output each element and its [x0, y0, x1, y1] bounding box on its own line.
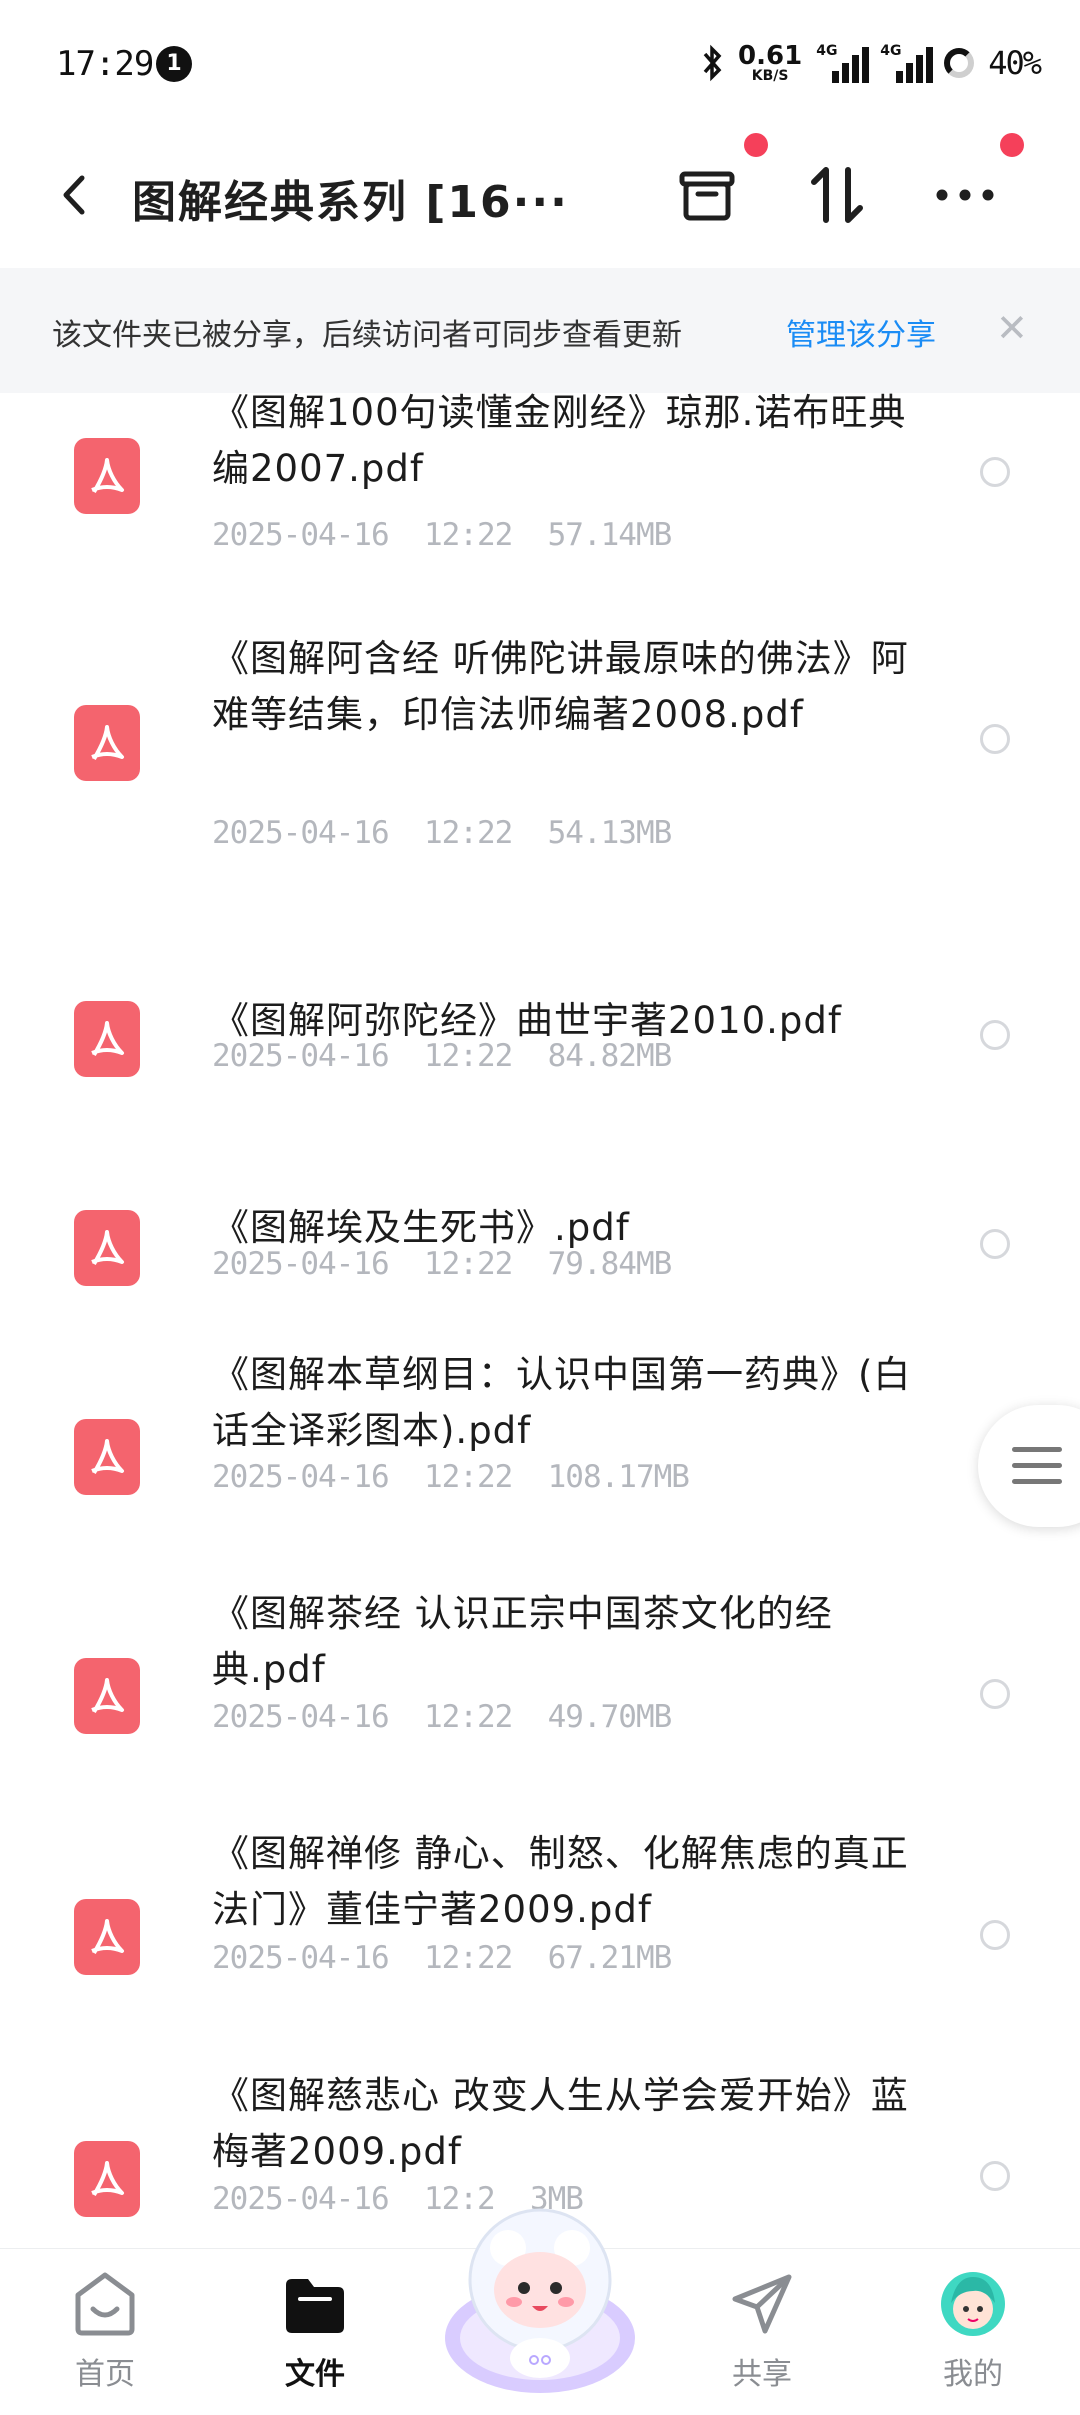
file-row[interactable]: 《图解本草纲目：认识中国第一药典》(白话全译彩图本).pdf 2025-04-1…	[0, 1323, 1080, 1563]
file-meta: 2025-04-16 12:22 67.21MB	[212, 1940, 672, 1976]
pdf-file-icon	[74, 705, 140, 781]
pdf-file-icon	[74, 1001, 140, 1077]
archive-icon[interactable]	[672, 160, 742, 230]
bluetooth-icon	[703, 44, 722, 82]
page-title: 图解经典系列 [16···	[132, 177, 569, 228]
file-meta: 2025-04-16 12:22 57.14MB	[212, 517, 672, 553]
pdf-file-icon	[74, 1419, 140, 1495]
more-icon[interactable]	[930, 160, 1000, 230]
sort-icon[interactable]	[802, 160, 872, 230]
file-row[interactable]: 《图解阿弥陀经》曲世宇著2010.pdf 2025-04-16 12:22 84…	[0, 903, 1080, 1083]
select-radio[interactable]	[980, 1020, 1010, 1050]
share-banner-text: 该文件夹已被分享，后续访问者可同步查看更新	[52, 318, 682, 353]
pdf-file-icon	[74, 438, 140, 514]
pdf-file-icon	[74, 1899, 140, 1975]
nav-share[interactable]: 共享	[697, 2269, 827, 2393]
file-meta: 2025-04-16 12:22 49.70MB	[212, 1699, 672, 1735]
select-radio[interactable]	[980, 1229, 1010, 1259]
share-icon	[732, 2274, 792, 2334]
file-meta: 2025-04-16 12:22 54.13MB	[212, 815, 672, 851]
pdf-file-icon	[74, 1210, 140, 1286]
nav-label: 首页	[75, 2357, 135, 2392]
file-name: 《图解茶经 认识正宗中国茶文化的经典.pdf	[212, 1592, 833, 1691]
select-radio[interactable]	[980, 1679, 1010, 1709]
status-icons: 0.61 KB/S 4G 4G 40%	[702, 38, 1042, 88]
file-name: 《图解100句读懂金刚经》琼那.诺布旺典编2007.pdf	[212, 393, 907, 490]
file-meta: 2025-04-16 12:22 108.17MB	[212, 1459, 690, 1495]
file-name: 《图解阿含经 听佛陀讲最原味的佛法》阿难等结集，印信法师编著2008.pdf	[212, 637, 909, 736]
file-meta: 2025-04-16 12:22 84.82MB	[212, 1038, 672, 1074]
file-row[interactable]: 《图解埃及生死书》.pdf 2025-04-16 12:22 79.84MB	[0, 1113, 1080, 1293]
nav-home[interactable]: 首页	[40, 2269, 170, 2393]
file-row[interactable]: 《图解茶经 认识正宗中国茶文化的经典.pdf 2025-04-16 12:22 …	[0, 1563, 1080, 1803]
file-list: 《图解100句读懂金刚经》琼那.诺布旺典编2007.pdf 2025-04-16…	[0, 393, 1080, 2248]
close-icon[interactable]: ✕	[996, 306, 1028, 350]
manage-share-link[interactable]: 管理该分享	[786, 310, 936, 354]
signal-icon-2: 4G	[880, 43, 934, 83]
file-row[interactable]: 《图解阿含经 听佛陀讲最原味的佛法》阿难等结集，印信法师编著2008.pdf 2…	[0, 623, 1080, 873]
status-time: 17:29	[56, 44, 154, 84]
file-name: 《图解慈悲心 改变人生从学会爱开始》蓝梅著2009.pdf	[212, 2074, 909, 2173]
back-icon[interactable]	[50, 170, 100, 220]
archive-badge	[744, 133, 768, 157]
select-radio[interactable]	[980, 457, 1010, 487]
mascot-icon[interactable]	[430, 2188, 650, 2398]
pdf-file-icon	[74, 2141, 140, 2217]
file-name: 《图解禅修 静心、制怒、化解焦虑的真正法门》董佳宁著2009.pdf	[212, 1832, 909, 1931]
file-row[interactable]: 《图解禅修 静心、制怒、化解焦虑的真正法门》董佳宁著2009.pdf 2025-…	[0, 1803, 1080, 2043]
nav-mine[interactable]: 我的	[908, 2269, 1038, 2393]
status-bar: 17:29 1 0.61 KB/S 4G 4G 40%	[0, 0, 1080, 130]
signal-icon-1: 4G	[816, 43, 870, 83]
battery-icon	[944, 48, 975, 78]
pdf-file-icon	[74, 1658, 140, 1734]
select-radio[interactable]	[980, 724, 1010, 754]
nav-files[interactable]: 文件	[250, 2269, 380, 2393]
top-bar: 图解经典系列 [16···	[0, 130, 1080, 260]
folder-icon	[286, 2279, 344, 2333]
file-row[interactable]: 《图解100句读懂金刚经》琼那.诺布旺典编2007.pdf 2025-04-16…	[0, 393, 1080, 571]
notification-badge: 1	[156, 46, 192, 82]
file-meta: 2025-04-16 12:22 79.84MB	[212, 1246, 672, 1282]
avatar-icon	[941, 2272, 1005, 2336]
file-name: 《图解本草纲目：认识中国第一药典》(白话全译彩图本).pdf	[212, 1353, 912, 1452]
select-radio[interactable]	[980, 1920, 1010, 1950]
nav-label: 我的	[943, 2357, 1003, 2392]
battery-level: 40%	[988, 44, 1042, 82]
home-icon	[75, 2272, 135, 2336]
nav-label: 共享	[732, 2357, 792, 2392]
share-banner: 该文件夹已被分享，后续访问者可同步查看更新 管理该分享 ✕	[0, 268, 1080, 393]
network-speed: 0.61 KB/S	[738, 41, 803, 84]
select-radio[interactable]	[980, 2161, 1010, 2191]
more-badge	[1000, 133, 1024, 157]
nav-label: 文件	[285, 2357, 345, 2392]
